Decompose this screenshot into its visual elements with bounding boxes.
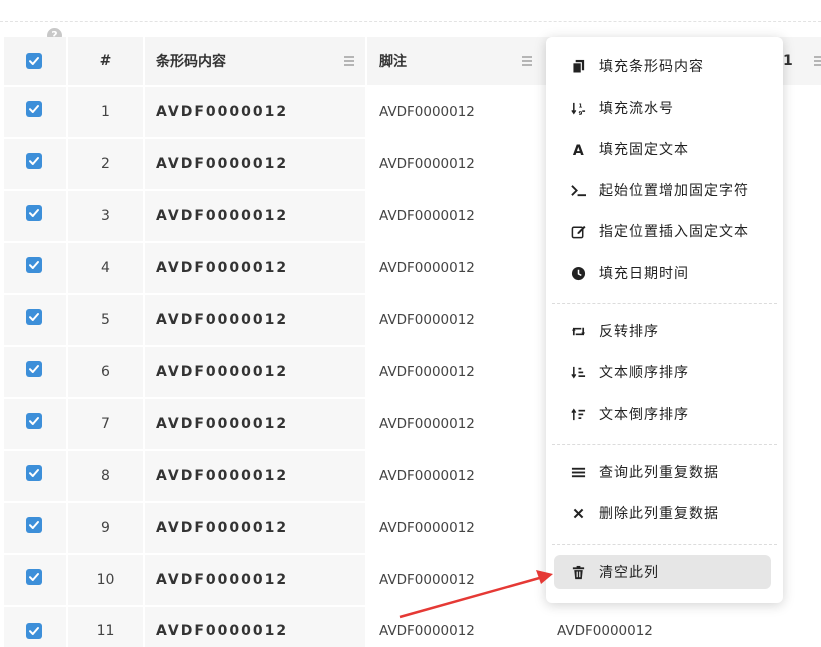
arrow-line bbox=[399, 575, 544, 619]
arrow-head bbox=[536, 570, 553, 584]
annotation-arrow bbox=[399, 570, 553, 619]
